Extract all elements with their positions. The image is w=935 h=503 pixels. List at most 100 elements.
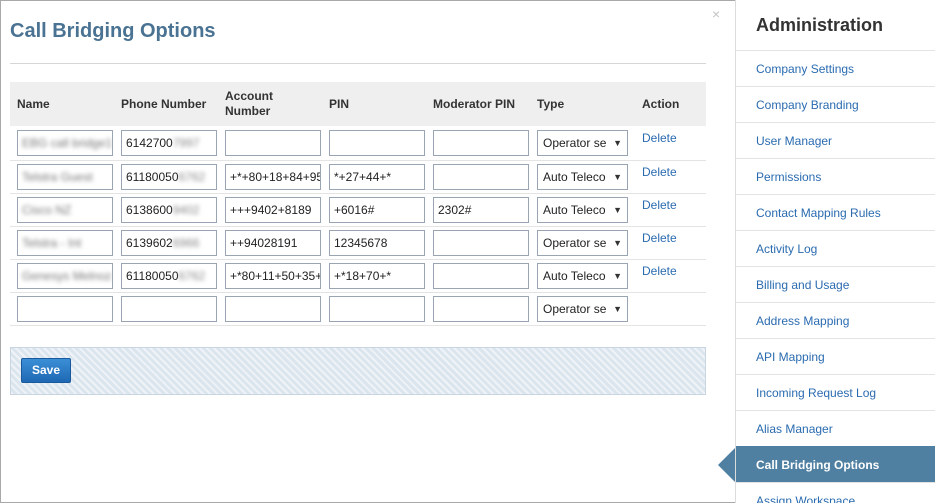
new-type-select[interactable]: Operator se ▼ bbox=[537, 295, 628, 322]
table-row: Telstra - Int 61396026966 ++94028191 123… bbox=[10, 226, 706, 260]
pin-field[interactable]: +*18+70+* bbox=[329, 262, 425, 289]
sidebar-item-assign-workspace[interactable]: Assign Workspace bbox=[736, 482, 935, 503]
name-field[interactable]: Telstra Guest bbox=[17, 163, 113, 190]
new-account-number-field[interactable] bbox=[225, 295, 321, 322]
type-select[interactable]: Auto Teleco ▼ bbox=[537, 163, 628, 190]
type-select-value: Operator se bbox=[543, 301, 607, 316]
sidebar-item-call-bridging-options[interactable]: Call Bridging Options bbox=[736, 446, 935, 482]
active-item-pointer bbox=[718, 448, 735, 482]
column-header-phone-number: Phone Number bbox=[114, 82, 218, 126]
delete-link[interactable]: Delete bbox=[642, 231, 677, 245]
type-select[interactable]: Operator se ▼ bbox=[537, 129, 628, 156]
dropdown-arrow-icon: ▼ bbox=[613, 171, 622, 182]
dropdown-arrow-icon: ▼ bbox=[613, 303, 622, 314]
column-header-action: Action bbox=[635, 82, 706, 126]
sidebar-item-api-mapping[interactable]: API Mapping bbox=[736, 338, 935, 374]
save-bar: Save bbox=[10, 347, 706, 395]
type-select[interactable]: Operator se ▼ bbox=[537, 229, 628, 256]
sidebar-item-user-manager[interactable]: User Manager bbox=[736, 122, 935, 158]
sidebar-item-alias-manager[interactable]: Alias Manager bbox=[736, 410, 935, 446]
column-header-name: Name bbox=[10, 82, 114, 126]
phone-tail: 7997 bbox=[172, 135, 200, 150]
sidebar-item-contact-mapping-rules[interactable]: Contact Mapping Rules bbox=[736, 194, 935, 230]
phone-prefix: 61180050 bbox=[126, 268, 179, 283]
moderator-pin-field[interactable]: 2302# bbox=[433, 196, 529, 223]
moderator-pin-field[interactable] bbox=[433, 229, 529, 256]
account-number-field[interactable]: +++9402+8189 bbox=[225, 196, 321, 223]
delete-link[interactable]: Delete bbox=[642, 198, 677, 212]
phone-number-field[interactable]: 61386009402 bbox=[121, 196, 217, 223]
phone-number-field[interactable]: 611800506762 bbox=[121, 163, 217, 190]
phone-tail: 6762 bbox=[178, 169, 206, 184]
type-select[interactable]: Auto Teleco ▼ bbox=[537, 262, 628, 289]
name-field[interactable]: Genesys Melnoz bbox=[17, 262, 113, 289]
phone-tail: 6762 bbox=[178, 268, 206, 283]
name-field[interactable]: EBG call bridge1 bbox=[17, 129, 113, 156]
phone-tail: 6966 bbox=[172, 235, 200, 250]
moderator-pin-field[interactable] bbox=[433, 163, 529, 190]
call-bridging-table: Name Phone Number Account Number PIN Mod… bbox=[10, 82, 706, 326]
new-pin-field[interactable] bbox=[329, 295, 425, 322]
sidebar-title: Administration bbox=[756, 15, 884, 35]
sidebar-item-activity-log[interactable]: Activity Log bbox=[736, 230, 935, 266]
new-name-field[interactable] bbox=[17, 295, 113, 322]
phone-number-field[interactable]: 611800506762 bbox=[121, 262, 217, 289]
sidebar-item-company-settings[interactable]: Company Settings bbox=[736, 50, 935, 86]
pin-field[interactable]: +6016# bbox=[329, 196, 425, 223]
sidebar-item-billing-and-usage[interactable]: Billing and Usage bbox=[736, 266, 935, 302]
column-header-pin: PIN bbox=[322, 82, 426, 126]
table-row: Telstra Guest 611800506762 +*+80+18+84+9… bbox=[10, 160, 706, 194]
delete-link[interactable]: Delete bbox=[642, 131, 677, 145]
name-value: EBG call bridge1 bbox=[22, 135, 113, 150]
table-row: Genesys Melnoz 611800506762 +*80+11+50+3… bbox=[10, 259, 706, 293]
close-icon[interactable]: × bbox=[712, 6, 720, 22]
name-value: Telstra Guest bbox=[22, 169, 93, 184]
table-row: Cisco NZ 61386009402 +++9402+8189 +6016#… bbox=[10, 193, 706, 227]
new-phone-number-field[interactable] bbox=[121, 295, 217, 322]
name-value: Telstra - Int bbox=[22, 235, 82, 250]
phone-prefix: 61180050 bbox=[126, 169, 179, 184]
phone-number-field[interactable]: 61427007997 bbox=[121, 129, 217, 156]
phone-prefix: 6142700 bbox=[126, 135, 173, 150]
column-header-account-number: Account Number bbox=[218, 82, 322, 126]
account-number-field[interactable]: +*+80+18+84+95 bbox=[225, 163, 321, 190]
main-panel: × Call Bridging Options Name Phone Numbe… bbox=[0, 0, 735, 503]
account-number-field[interactable]: +*80+11+50+35+ bbox=[225, 262, 321, 289]
moderator-pin-field[interactable] bbox=[433, 262, 529, 289]
sidebar-item-address-mapping[interactable]: Address Mapping bbox=[736, 302, 935, 338]
name-field[interactable]: Telstra - Int bbox=[17, 229, 113, 256]
sidebar-item-company-branding[interactable]: Company Branding bbox=[736, 86, 935, 122]
moderator-pin-field[interactable] bbox=[433, 129, 529, 156]
type-select-value: Auto Teleco bbox=[543, 268, 606, 283]
save-button[interactable]: Save bbox=[21, 358, 71, 383]
phone-prefix: 6138600 bbox=[126, 202, 173, 217]
pin-field[interactable] bbox=[329, 129, 425, 156]
phone-number-field[interactable]: 61396026966 bbox=[121, 229, 217, 256]
account-number-field[interactable] bbox=[225, 129, 321, 156]
dropdown-arrow-icon: ▼ bbox=[613, 270, 622, 281]
sidebar-item-permissions[interactable]: Permissions bbox=[736, 158, 935, 194]
name-value: Genesys Melnoz bbox=[22, 268, 112, 283]
column-header-moderator-pin: Moderator PIN bbox=[426, 82, 530, 126]
delete-link[interactable]: Delete bbox=[642, 165, 677, 179]
pin-field[interactable]: *+27+44+* bbox=[329, 163, 425, 190]
delete-link[interactable]: Delete bbox=[642, 264, 677, 278]
dropdown-arrow-icon: ▼ bbox=[613, 204, 622, 215]
column-header-type: Type bbox=[530, 82, 635, 126]
type-select[interactable]: Auto Teleco ▼ bbox=[537, 196, 628, 223]
phone-tail: 9402 bbox=[172, 202, 200, 217]
table-header-row: Name Phone Number Account Number PIN Mod… bbox=[10, 82, 706, 126]
page-title: Call Bridging Options bbox=[10, 20, 216, 42]
admin-sidebar: Administration Company Settings Company … bbox=[735, 0, 935, 503]
pin-field[interactable]: 12345678 bbox=[329, 229, 425, 256]
title-divider bbox=[10, 63, 706, 64]
dropdown-arrow-icon: ▼ bbox=[613, 237, 622, 248]
new-moderator-pin-field[interactable] bbox=[433, 295, 529, 322]
account-number-field[interactable]: ++94028191 bbox=[225, 229, 321, 256]
type-select-value: Operator se bbox=[543, 235, 607, 250]
name-field[interactable]: Cisco NZ bbox=[17, 196, 113, 223]
name-value: Cisco NZ bbox=[22, 202, 72, 217]
empty-action-cell bbox=[635, 292, 706, 326]
sidebar-item-incoming-request-log[interactable]: Incoming Request Log bbox=[736, 374, 935, 410]
dropdown-arrow-icon: ▼ bbox=[613, 137, 622, 148]
